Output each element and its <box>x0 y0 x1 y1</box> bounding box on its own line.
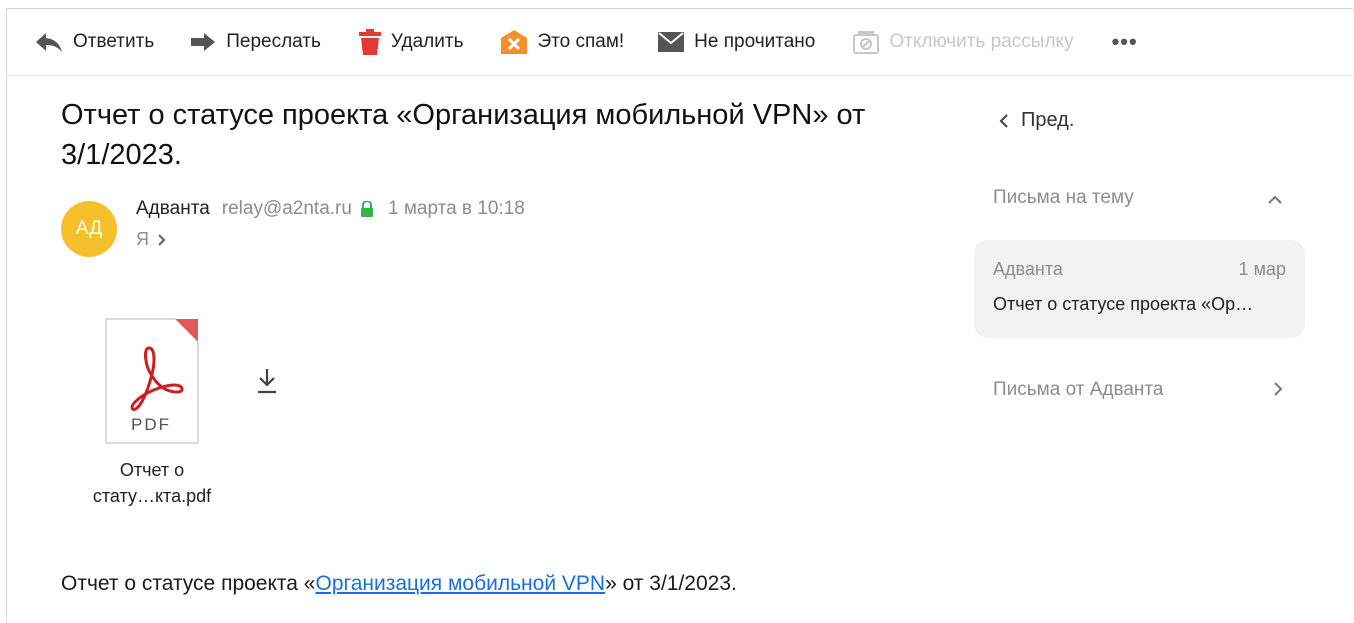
forward-button[interactable]: Переслать <box>190 22 321 62</box>
pdf-file-icon: PDF <box>105 318 199 444</box>
chevron-left-icon <box>999 113 1009 129</box>
attachment-name-line2: стату…кта.pdf <box>92 486 212 506</box>
message-toolbar: Ответить Переслать Удалить Это спам! Не … <box>7 9 1353 76</box>
download-icon[interactable] <box>256 368 278 399</box>
spam-label: Это спам! <box>537 31 625 52</box>
letters-from-sender-label: Письма от Адванта <box>993 379 1164 400</box>
thread-item-from: Адванта <box>993 259 1063 279</box>
message-subject: Отчет о статусе проекта «Организация моб… <box>61 99 866 171</box>
spam-icon <box>501 30 528 54</box>
sender-line: Адванта relay@a2nta.ru 1 марта в 10:18 <box>136 198 525 220</box>
spam-button[interactable]: Это спам! <box>501 22 624 62</box>
message-body: Отчет о статусе проекта «Организация моб… <box>61 572 737 596</box>
avatar[interactable]: АД <box>61 201 117 257</box>
lock-icon <box>360 201 374 217</box>
recipient-line[interactable]: Я <box>136 229 167 250</box>
body-prefix: Отчет о статусе проекта « <box>61 572 316 595</box>
pdf-type-label: PDF <box>131 415 171 434</box>
attachment-name-line1: Отчет о <box>119 460 185 480</box>
delete-button[interactable]: Удалить <box>358 22 464 62</box>
chevron-up-icon <box>1267 189 1283 211</box>
chevron-right-icon <box>1273 381 1283 403</box>
chevron-right-icon <box>157 233 167 247</box>
forward-icon <box>190 31 216 53</box>
mail-window: Ответить Переслать Удалить Это спам! Не … <box>6 8 1353 623</box>
more-button[interactable]: ••• <box>1112 22 1138 62</box>
reply-icon <box>35 31 63 53</box>
unsubscribe-label: Отключить рассылку <box>889 31 1074 52</box>
trash-icon <box>358 29 381 55</box>
prev-label: Пред. <box>1021 109 1075 131</box>
body-suffix: » от 3/1/2023. <box>605 572 737 595</box>
body-link[interactable]: Организация мобильной VPN <box>315 572 605 595</box>
thread-header-label: Письма на тему <box>993 187 1134 208</box>
mark-unread-button[interactable]: Не прочитано <box>658 22 815 62</box>
reply-button[interactable]: Ответить <box>35 22 154 62</box>
unread-label: Не прочитано <box>694 31 816 52</box>
sender-name[interactable]: Адванта <box>136 198 210 220</box>
forward-label: Переслать <box>226 31 321 52</box>
attachment-name[interactable]: Отчет о стату…кта.pdf <box>67 457 237 509</box>
recipient-name: Я <box>136 229 149 249</box>
thread-item-subject: Отчет о статусе проекта «Ор… <box>993 294 1254 314</box>
thread-header[interactable]: Письма на тему <box>993 187 1283 209</box>
thread-item-date: 1 мар <box>1238 259 1286 279</box>
message-date: 1 марта в 10:18 <box>387 198 525 219</box>
sender-email[interactable]: relay@a2nta.ru <box>222 198 352 220</box>
reply-label: Ответить <box>73 31 155 52</box>
delete-label: Удалить <box>390 31 464 52</box>
envelope-icon <box>658 32 685 52</box>
unsubscribe-icon <box>853 30 880 54</box>
thread-item[interactable]: Адванта 1 мар Отчет о статусе проекта «О… <box>974 240 1305 338</box>
letters-from-sender-link[interactable]: Письма от Адванта <box>993 379 1283 401</box>
unsubscribe-button[interactable]: Отключить рассылку <box>853 22 1074 62</box>
more-icon: ••• <box>1111 29 1138 54</box>
prev-message-link[interactable]: Пред. <box>999 109 1074 132</box>
